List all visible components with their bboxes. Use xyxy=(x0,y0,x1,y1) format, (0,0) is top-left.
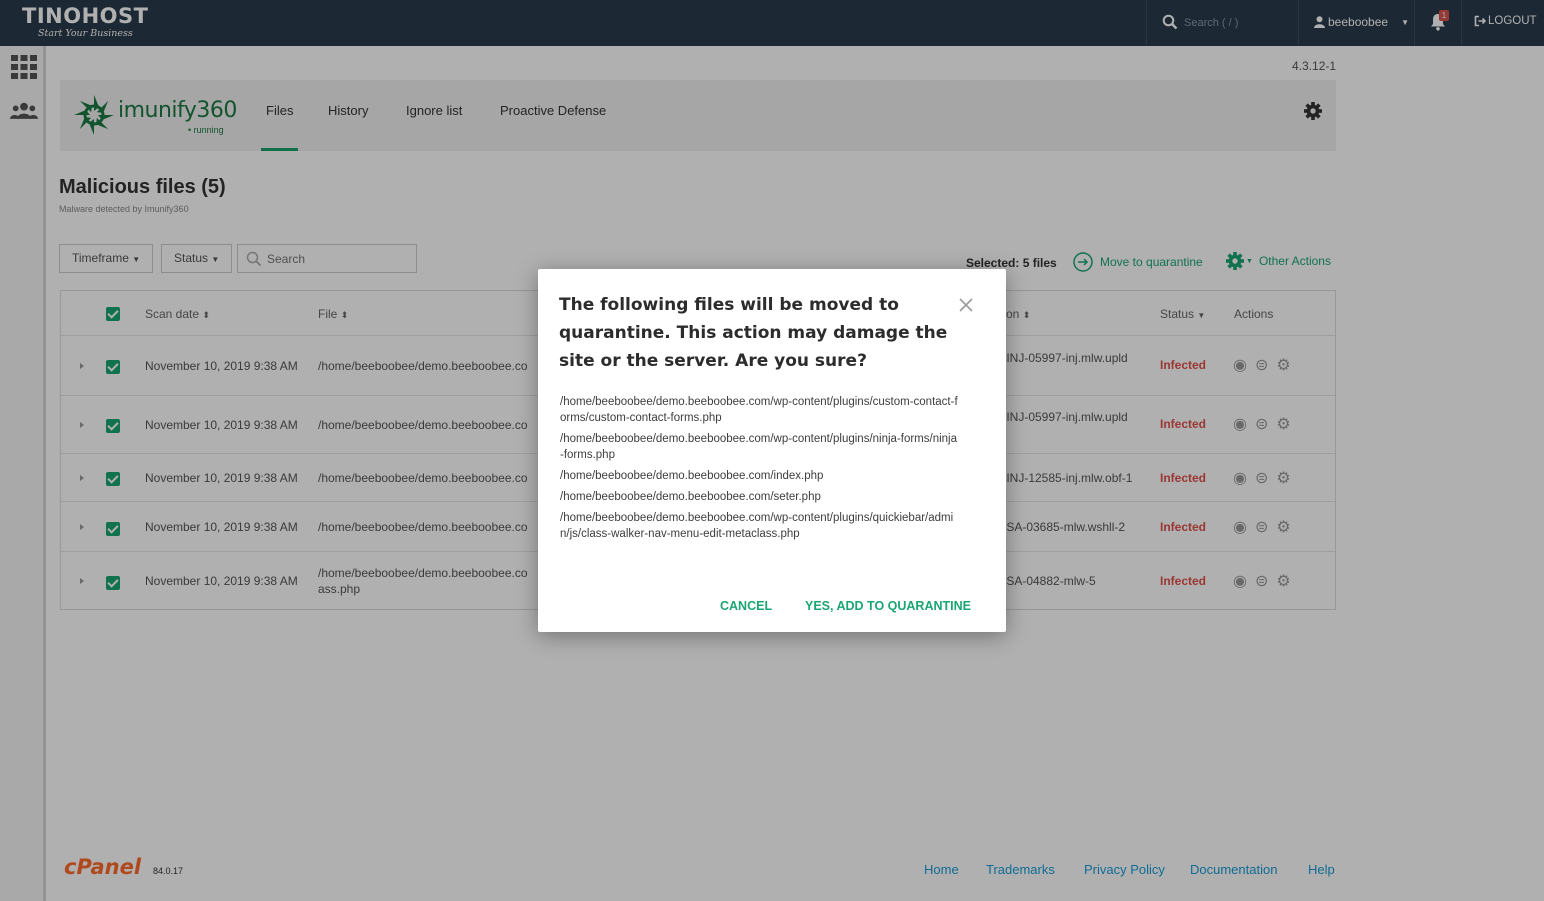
quarantine-confirm-dialog: The following files will be moved to qua… xyxy=(538,269,1006,632)
dialog-file-item: /home/beeboobee/demo.beeboobee.com/wp-co… xyxy=(560,512,954,540)
confirm-quarantine-button[interactable]: YES, ADD TO QUARANTINE xyxy=(805,599,971,613)
dialog-file-item: /home/beeboobee/demo.beeboobee.com/index… xyxy=(560,470,824,482)
dialog-file-item: /home/beeboobee/demo.beeboobee.com/seter… xyxy=(560,491,821,503)
dialog-file-item: /home/beeboobee/demo.beeboobee.com/wp-co… xyxy=(560,396,958,424)
dialog-file-list: /home/beeboobee/demo.beeboobee.com/wp-co… xyxy=(560,394,960,547)
close-icon[interactable] xyxy=(956,295,976,315)
dialog-title: The following files will be moved to qua… xyxy=(559,295,948,371)
dialog-file-item: /home/beeboobee/demo.beeboobee.com/wp-co… xyxy=(560,433,958,461)
cancel-button[interactable]: CANCEL xyxy=(720,599,772,613)
